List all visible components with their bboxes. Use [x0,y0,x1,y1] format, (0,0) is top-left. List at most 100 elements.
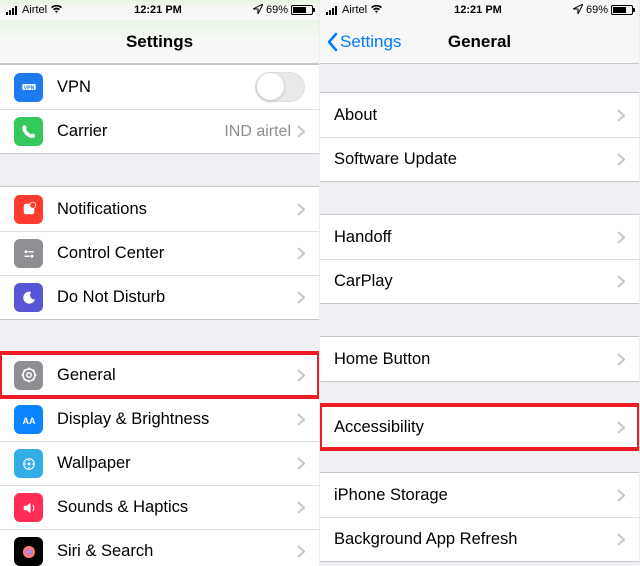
group-storage: iPhone Storage Background App Refresh [320,472,639,562]
phone-icon [14,117,43,146]
row-label: Carrier [57,122,224,141]
status-time: 12:21 PM [134,4,182,16]
chevron-right-icon [297,203,305,216]
status-bar: Airtel 12:21 PM 69% [320,0,639,20]
chevron-right-icon [297,501,305,514]
battery-icon [291,5,313,15]
row-control-center[interactable]: Control Center [0,231,319,275]
row-general[interactable]: General [0,353,319,397]
row-value: IND airtel [224,123,291,141]
carrier-label: Airtel [22,4,47,16]
moon-icon [14,283,43,312]
row-siri[interactable]: Siri & Search [0,529,319,566]
row-notifications[interactable]: Notifications [0,187,319,231]
chevron-right-icon [617,353,625,366]
chevron-right-icon [297,369,305,382]
row-accessibility[interactable]: Accessibility [320,405,639,449]
group-accessibility: Accessibility [320,404,639,450]
carrier-label: Airtel [342,4,367,16]
row-dnd[interactable]: Do Not Disturb [0,275,319,319]
chevron-right-icon [617,489,625,502]
back-label: Settings [340,32,401,52]
row-label: Control Center [57,244,297,263]
siri-icon [14,537,43,566]
svg-text:AA: AA [22,415,35,425]
notifications-icon [14,195,43,224]
row-iphone-storage[interactable]: iPhone Storage [320,473,639,517]
wifi-icon [370,4,383,17]
row-label: General [57,366,297,385]
spacer [0,154,319,186]
row-label: Software Update [334,150,617,169]
row-software-update[interactable]: Software Update [320,137,639,181]
row-label: Home Button [334,350,617,369]
chevron-right-icon [297,545,305,558]
chevron-right-icon [297,247,305,260]
row-carrier[interactable]: Carrier IND airtel [0,109,319,153]
row-label: Notifications [57,200,297,219]
group-general: General AA Display & Brightness Wallpape… [0,352,319,566]
row-sounds[interactable]: Sounds & Haptics [0,485,319,529]
row-display[interactable]: AA Display & Brightness [0,397,319,441]
chevron-right-icon [617,231,625,244]
spacer [320,304,639,336]
row-carplay[interactable]: CarPlay [320,259,639,303]
spacer [0,320,319,352]
spacer [320,182,639,214]
battery-icon [611,5,633,15]
location-icon [573,4,583,17]
group-about: About Software Update [320,92,639,182]
row-wallpaper[interactable]: Wallpaper [0,441,319,485]
vpn-toggle[interactable] [255,72,305,102]
vpn-icon: VPN [14,73,43,102]
group-homebutton: Home Button [320,336,639,382]
row-label: Sounds & Haptics [57,498,297,517]
row-label: iPhone Storage [334,486,617,505]
row-label: Wallpaper [57,454,297,473]
row-about[interactable]: About [320,93,639,137]
row-label: Handoff [334,228,617,247]
row-label: VPN [57,78,255,97]
page-title: Settings [126,32,193,52]
group-notifications: Notifications Control Center Do Not Dist… [0,186,319,320]
row-label: Do Not Disturb [57,288,297,307]
chevron-left-icon [326,32,338,52]
chevron-right-icon [617,421,625,434]
row-label: Background App Refresh [334,530,617,549]
row-label: About [334,106,617,125]
screen-general: Airtel 12:21 PM 69% Settings General Abo… [320,0,640,566]
chevron-right-icon [617,109,625,122]
screen-settings: Airtel 12:21 PM 69% Settings VPN VPN Car… [0,0,320,566]
sound-icon [14,493,43,522]
wallpaper-icon [14,449,43,478]
gear-icon [14,361,43,390]
group-network: VPN VPN Carrier IND airtel [0,64,319,154]
chevron-right-icon [617,153,625,166]
chevron-right-icon [617,275,625,288]
row-vpn[interactable]: VPN VPN [0,65,319,109]
battery-pct: 69% [586,4,608,16]
chevron-right-icon [297,413,305,426]
svg-text:VPN: VPN [23,85,34,91]
spacer [320,450,639,472]
chevron-right-icon [297,457,305,470]
location-icon [253,4,263,17]
row-label: Siri & Search [57,542,297,561]
spacer [320,562,639,566]
row-home-button[interactable]: Home Button [320,337,639,381]
row-bg-app-refresh[interactable]: Background App Refresh [320,517,639,561]
chevron-right-icon [617,533,625,546]
row-label: Accessibility [334,418,617,437]
spacer [320,64,639,92]
row-label: CarPlay [334,272,617,291]
status-bar: Airtel 12:21 PM 69% [0,0,319,20]
group-handoff: Handoff CarPlay [320,214,639,304]
navbar-settings: Settings [0,20,319,64]
spacer [320,382,639,404]
row-handoff[interactable]: Handoff [320,215,639,259]
back-button[interactable]: Settings [326,20,401,64]
display-icon: AA [14,405,43,434]
signal-icon [326,6,337,15]
battery-pct: 69% [266,4,288,16]
page-title: General [448,32,511,52]
